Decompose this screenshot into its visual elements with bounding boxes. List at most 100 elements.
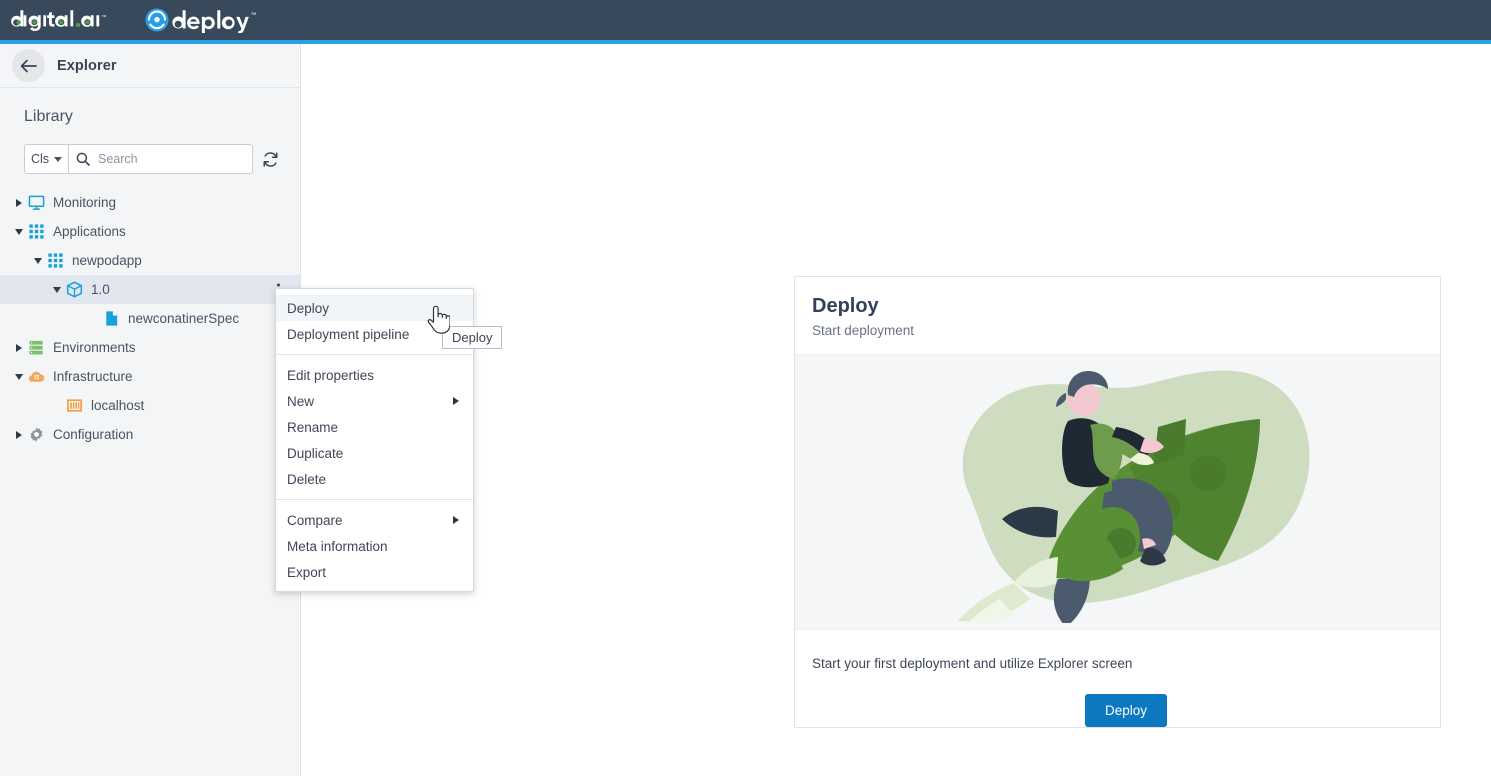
deploy-button-container: Deploy: [812, 694, 1440, 727]
twisty-expanded-icon[interactable]: [31, 246, 45, 275]
grid-apps-icon-wrap: [26, 223, 46, 240]
search-icon: [76, 152, 90, 166]
context-menu-separator: [276, 499, 473, 500]
server-stack-icon-wrap: [26, 339, 46, 356]
chevron-down-icon: [15, 228, 23, 235]
context-menu-item-edit-properties[interactable]: Edit properties: [276, 362, 473, 388]
rocket-illustration-area: [795, 354, 1440, 630]
tree-item-label: 1.0: [91, 282, 110, 297]
twisty-collapsed-icon[interactable]: [12, 420, 26, 449]
chevron-down-icon: [54, 156, 63, 162]
svg-text:™: ™: [251, 12, 257, 19]
grid-apps-icon: [28, 224, 44, 239]
refresh-button[interactable]: [262, 151, 279, 168]
context-menu-item-delete[interactable]: Delete: [276, 466, 473, 492]
tree-item-applications[interactable]: Applications: [0, 217, 300, 246]
chevron-down-icon: [34, 257, 42, 264]
context-menu-item-meta-information[interactable]: Meta information: [276, 533, 473, 559]
rocket-porthole-1: [1189, 455, 1226, 491]
context-menu-item-label: Deployment pipeline: [287, 326, 410, 342]
library-heading: Library: [24, 108, 73, 125]
host-bars-icon-wrap: [64, 397, 84, 414]
digitalai-logo[interactable]: ™: [10, 9, 130, 31]
page-title: Explorer: [57, 57, 117, 74]
submenu-arrow-icon: [453, 516, 459, 524]
tree-item-configuration[interactable]: Configuration: [0, 420, 300, 449]
tree-item-newconatinerspec[interactable]: newconatinerSpec: [0, 304, 300, 333]
gear-icon-wrap: [26, 426, 46, 443]
package-cube-icon-wrap: [64, 281, 84, 298]
deploy-button[interactable]: Deploy: [1084, 694, 1168, 727]
deploy-card-subtitle: Start deployment: [812, 323, 915, 338]
tree-item-label: newconatinerSpec: [128, 311, 240, 326]
tree-item-label: Applications: [53, 224, 126, 239]
twisty-expanded-icon[interactable]: [12, 362, 26, 391]
tree-item-label: localhost: [91, 398, 145, 413]
explorer-sidebar: Explorer Library Cls Monitoring Applicati…: [0, 44, 301, 776]
context-menu-item-label: Rename: [287, 419, 339, 435]
brand-logo-group[interactable]: ™ ™: [0, 7, 264, 33]
context-menu-item-label: Export: [287, 564, 327, 580]
context-menu-item-label: Edit properties: [287, 367, 375, 383]
context-menu-item-label: Meta information: [287, 538, 388, 554]
cursor-tooltip: Deploy: [442, 326, 503, 349]
search-input[interactable]: [96, 151, 244, 167]
refresh-icon: [263, 151, 278, 167]
deploy-card-header: Deploy Start deployment: [795, 277, 1440, 354]
twisty-placeholder: [50, 391, 64, 420]
context-menu-item-rename[interactable]: Rename: [276, 414, 473, 440]
tree-item-label: Infrastructure: [53, 369, 133, 384]
tree-item-label: Environments: [53, 340, 136, 355]
tree-item-monitoring[interactable]: Monitoring: [0, 188, 300, 217]
search-box[interactable]: [68, 144, 253, 174]
context-menu-item-compare[interactable]: Compare: [276, 507, 473, 533]
server-stack-icon: [29, 340, 43, 355]
mouse-cursor: [424, 304, 451, 341]
search-row: Cls: [24, 144, 300, 174]
package-cube-icon: [66, 281, 82, 298]
twisty-collapsed-icon[interactable]: [12, 188, 26, 217]
context-menu-item-label: Duplicate: [287, 445, 344, 461]
grid-apps-icon: [47, 253, 63, 268]
tree-item-1-0[interactable]: 1.0: [0, 275, 300, 304]
arrow-left-icon: [20, 59, 37, 72]
tree-item-newpodapp[interactable]: newpodapp: [0, 246, 300, 275]
tree-item-localhost[interactable]: localhost: [0, 391, 300, 420]
twisty-expanded-icon[interactable]: [12, 217, 26, 246]
chevron-down-icon: [53, 286, 61, 293]
context-menu-item-label: New: [287, 393, 315, 409]
grid-apps-icon-wrap: [45, 252, 65, 269]
twisty-placeholder: [87, 304, 101, 333]
document-icon: [105, 311, 117, 326]
host-bars-icon: [66, 399, 82, 412]
context-menu-item-duplicate[interactable]: Duplicate: [276, 440, 473, 466]
person-riding-rocket-illustration: [957, 370, 1310, 623]
tree-item-label: newpodapp: [72, 253, 142, 268]
svg-text:™: ™: [102, 15, 107, 21]
cloud-grid-icon-wrap: [26, 368, 46, 385]
cloud-grid-icon: [28, 371, 44, 382]
tree-item-environments[interactable]: Environments: [0, 333, 300, 362]
deploy-card-footer-text: Start your first deployment and utilize …: [812, 656, 1133, 671]
twisty-collapsed-icon[interactable]: [12, 333, 26, 362]
chevron-right-icon: [16, 198, 22, 207]
pointing-hand-cursor: [427, 305, 451, 334]
tree-item-label: Monitoring: [53, 195, 117, 210]
twisty-expanded-icon[interactable]: [50, 275, 64, 304]
context-menu-item-export[interactable]: Export: [276, 559, 473, 585]
chevron-right-icon: [16, 430, 22, 439]
monitor-icon-wrap: [26, 194, 46, 211]
class-filter-dropdown[interactable]: Cls: [24, 144, 68, 174]
chevron-right-icon: [16, 343, 22, 352]
context-menu-item-new[interactable]: New: [276, 388, 473, 414]
gear-icon: [30, 427, 42, 442]
monitor-icon: [28, 195, 44, 210]
tree-item-label: Configuration: [53, 427, 134, 442]
context-menu-separator: [276, 354, 473, 355]
rocket-fin-bottom: [1053, 577, 1090, 623]
explorer-header: Explorer: [0, 44, 300, 88]
back-button[interactable]: [12, 49, 45, 82]
tree-item-infrastructure[interactable]: Infrastructure: [0, 362, 300, 391]
deploy-product-logo[interactable]: ™: [144, 7, 264, 33]
main-content: Deploy Start deployment Start your first…: [301, 44, 1491, 776]
